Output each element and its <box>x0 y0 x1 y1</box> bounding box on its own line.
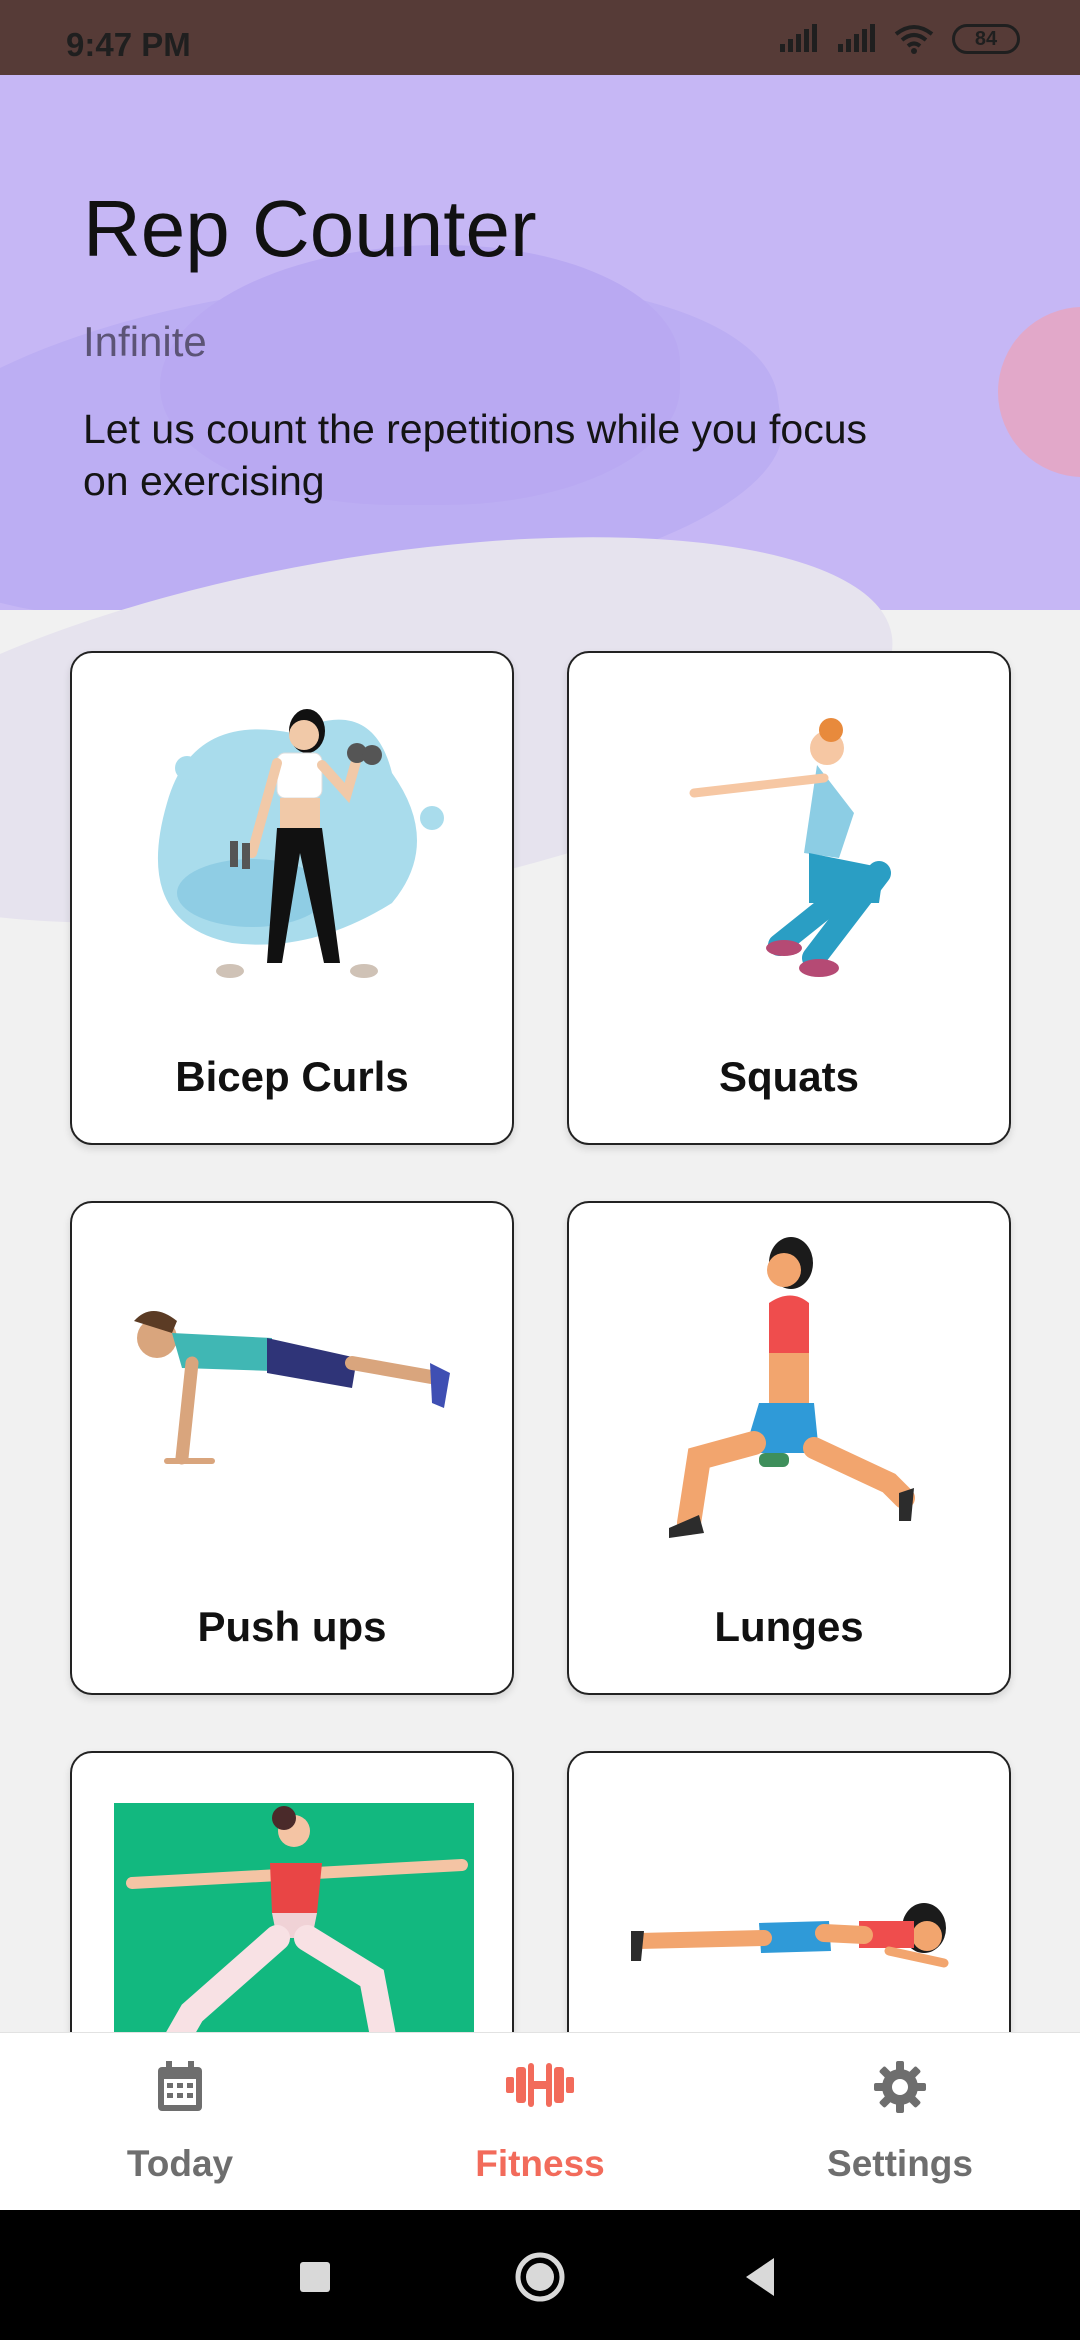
nav-item-settings[interactable]: Settings <box>720 2033 1080 2211</box>
page-description: Let us count the repetitions while you f… <box>83 406 868 504</box>
status-icons: 84 <box>778 24 1020 54</box>
exercise-card-bicep-curls[interactable]: Bicep Curls <box>70 651 514 1145</box>
push-up-illustration <box>134 1311 450 1465</box>
squat-illustration <box>689 718 891 977</box>
lunge-illustration <box>669 1237 915 1538</box>
recent-apps-icon[interactable] <box>298 2250 332 2304</box>
header-banner: Rep Counter Infinite Let us count the re… <box>0 75 1080 610</box>
wifi-icon <box>894 25 934 54</box>
exercise-card-push-ups[interactable]: Push ups <box>70 1201 514 1695</box>
dumbbell-icon <box>506 2063 574 2107</box>
page-title: Rep Counter <box>83 184 537 273</box>
gear-icon <box>874 2061 926 2113</box>
nav-item-fitness[interactable]: Fitness <box>360 2033 720 2211</box>
bicep-curl-illustration <box>157 709 444 978</box>
nav-item-today[interactable]: Today <box>0 2033 360 2211</box>
exercise-card-lunges[interactable]: Lunges <box>567 1201 1011 1695</box>
nav-label: Today <box>126 2143 234 2184</box>
decorative-circle <box>998 307 1080 477</box>
exercise-label: Bicep Curls <box>175 1053 409 1100</box>
battery-indicator: 84 <box>952 24 1020 54</box>
exercise-label: Lunges <box>714 1603 864 1650</box>
status-time: 9:47 PM <box>66 26 191 63</box>
signal-icon <box>838 24 875 52</box>
signal-icon <box>780 24 817 52</box>
nav-label: Settings <box>827 2143 973 2184</box>
calendar-icon <box>158 2061 202 2111</box>
exercise-card-squats[interactable]: Squats <box>567 651 1011 1145</box>
exercise-label: Squats <box>718 1053 860 1100</box>
status-bar: 9:47 PM 84 <box>0 0 1080 75</box>
system-navigation-bar <box>0 2210 1080 2340</box>
back-icon[interactable] <box>740 2250 780 2304</box>
bottom-navigation: Today Fitness Settings <box>0 2032 1080 2210</box>
exercise-label: Push ups <box>197 1603 387 1650</box>
nav-label: Fitness <box>475 2143 605 2184</box>
page-subtitle: Infinite <box>83 318 207 365</box>
home-icon[interactable] <box>512 2250 568 2304</box>
